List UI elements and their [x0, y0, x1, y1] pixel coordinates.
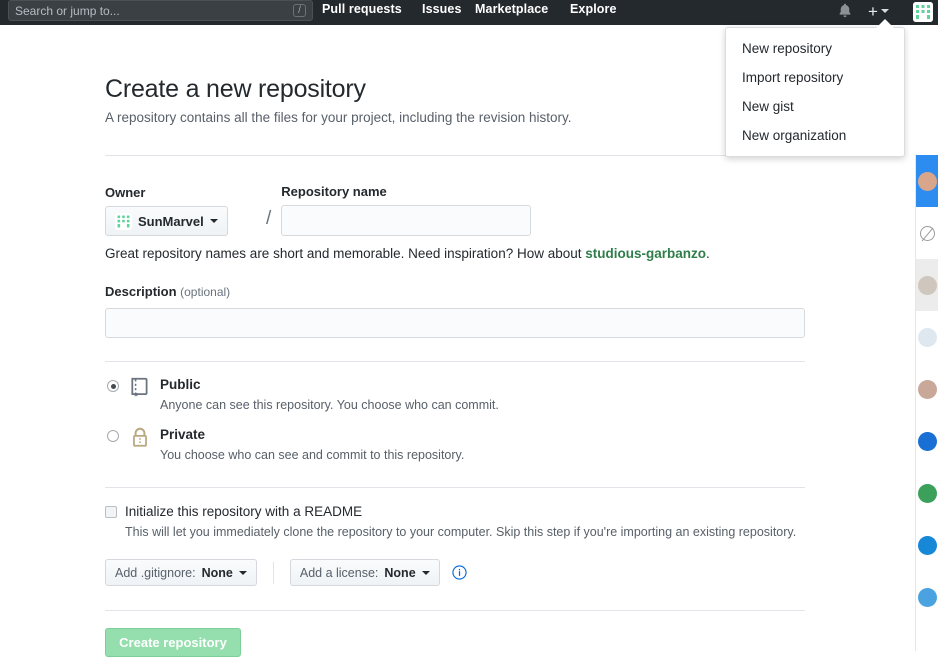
hint-suffix-text: .: [706, 246, 710, 261]
avatar: [917, 431, 937, 451]
strip-item-avatar[interactable]: [916, 467, 938, 519]
owner-and-name-row: Owner SunMarvel / Repository name: [105, 184, 910, 236]
strip-item-avatar[interactable]: [916, 519, 938, 571]
menu-item-new-repository[interactable]: New repository: [726, 34, 904, 63]
license-select-button[interactable]: Add a license: None: [289, 559, 440, 586]
visibility-option-private[interactable]: Private You choose who can see and commi…: [105, 426, 910, 462]
chevron-down-icon: [880, 9, 889, 13]
visibility-private-description: You choose who can see and commit to thi…: [160, 448, 465, 462]
suggested-repository-name[interactable]: studious-garbanzo: [585, 246, 706, 261]
strip-item-avatar[interactable]: [916, 415, 938, 467]
bell-icon[interactable]: [836, 2, 854, 20]
clock-icon: [919, 225, 935, 241]
license-value-text: None: [384, 565, 416, 580]
nav-explore[interactable]: Explore: [570, 2, 617, 16]
owner-avatar-icon: [115, 212, 132, 230]
plus-icon: +: [868, 1, 878, 21]
owner-label: Owner: [105, 185, 146, 200]
description-label: Description (optional): [105, 284, 230, 299]
nav-issues[interactable]: Issues: [422, 2, 462, 16]
lock-icon: [129, 426, 151, 453]
chevron-down-icon: [209, 219, 218, 223]
radio-private[interactable]: [107, 430, 119, 442]
right-contact-strip[interactable]: [915, 155, 938, 651]
divider: [105, 155, 805, 156]
repository-name-input[interactable]: [281, 205, 532, 236]
avatar: [917, 171, 937, 191]
create-repository-button[interactable]: Create repository: [105, 628, 241, 657]
gitignore-select-button[interactable]: Add .gitignore: None: [105, 559, 257, 586]
addons-row: Add .gitignore: None Add a license: None: [105, 559, 910, 586]
chevron-down-icon: [238, 570, 247, 575]
repo-book-icon: [129, 376, 151, 403]
create-new-menu-button[interactable]: +: [868, 2, 889, 20]
description-label-text: Description: [105, 284, 177, 299]
search-input[interactable]: Search or jump to... /: [8, 0, 313, 21]
visibility-private-title: Private: [160, 427, 206, 442]
visibility-public-description: Anyone can see this repository. You choo…: [160, 398, 499, 412]
divider: [105, 610, 805, 611]
divider: [105, 361, 805, 362]
divider: [105, 487, 805, 488]
strip-item-avatar[interactable]: [916, 311, 938, 363]
radio-public[interactable]: [107, 380, 119, 392]
repository-name-hint: Great repository names are short and mem…: [105, 246, 910, 261]
chevron-down-icon: [421, 570, 430, 575]
description-field-group: Description (optional): [105, 283, 910, 338]
info-icon[interactable]: [452, 565, 467, 580]
create-new-dropdown-menu: New repository Import repository New gis…: [725, 27, 905, 157]
avatar[interactable]: [913, 2, 933, 22]
readme-field-group: Initialize this repository with a README…: [105, 504, 910, 539]
avatar: [917, 379, 937, 399]
strip-item-avatar[interactable]: [916, 155, 938, 207]
visibility-private-texts: Private You choose who can see and commi…: [160, 426, 464, 462]
dropdown-caret-icon: [876, 19, 894, 28]
readme-row[interactable]: Initialize this repository with a README: [105, 504, 910, 519]
owner-name-text: SunMarvel: [138, 213, 204, 229]
search-shortcut-key: /: [293, 4, 306, 17]
avatar: [917, 483, 937, 503]
readme-description: This will let you immediately clone the …: [125, 525, 797, 539]
global-header: Search or jump to... / Pull requests Iss…: [0, 0, 938, 25]
nav-pull-requests[interactable]: Pull requests: [322, 2, 402, 16]
vertical-divider: [272, 561, 274, 584]
visibility-public-texts: Public Anyone can see this repository. Y…: [160, 376, 499, 412]
owner-name-separator: /: [266, 208, 272, 229]
search-placeholder-text: Search or jump to...: [15, 3, 120, 18]
strip-item-clock[interactable]: [916, 207, 938, 259]
description-input[interactable]: [105, 308, 805, 338]
readme-label: Initialize this repository with a README: [125, 504, 363, 519]
avatar: [917, 275, 937, 295]
menu-item-new-gist[interactable]: New gist: [726, 92, 904, 121]
readme-checkbox[interactable]: [105, 505, 117, 518]
gitignore-prefix-text: Add .gitignore:: [115, 565, 196, 580]
strip-item-avatar[interactable]: [916, 571, 938, 623]
repository-name-field-group: Repository name: [281, 184, 910, 236]
strip-item-avatar[interactable]: [916, 363, 938, 415]
hint-prefix-text: Great repository names are short and mem…: [105, 246, 586, 261]
repository-name-label: Repository name: [281, 184, 387, 199]
license-prefix-text: Add a license:: [299, 565, 379, 580]
avatar: [917, 327, 937, 347]
owner-select-button[interactable]: SunMarvel: [105, 206, 228, 236]
visibility-public-title: Public: [160, 377, 201, 392]
avatar: [917, 535, 937, 555]
nav-marketplace[interactable]: Marketplace: [475, 2, 548, 16]
description-optional-note: (optional): [180, 285, 231, 299]
owner-field-group: Owner SunMarvel: [105, 185, 260, 236]
strip-item-avatar[interactable]: [916, 259, 938, 311]
menu-item-import-repository[interactable]: Import repository: [726, 63, 904, 92]
avatar: [917, 587, 937, 607]
visibility-option-public[interactable]: Public Anyone can see this repository. Y…: [105, 376, 910, 412]
gitignore-value-text: None: [201, 565, 233, 580]
menu-item-new-organization[interactable]: New organization: [726, 121, 904, 150]
